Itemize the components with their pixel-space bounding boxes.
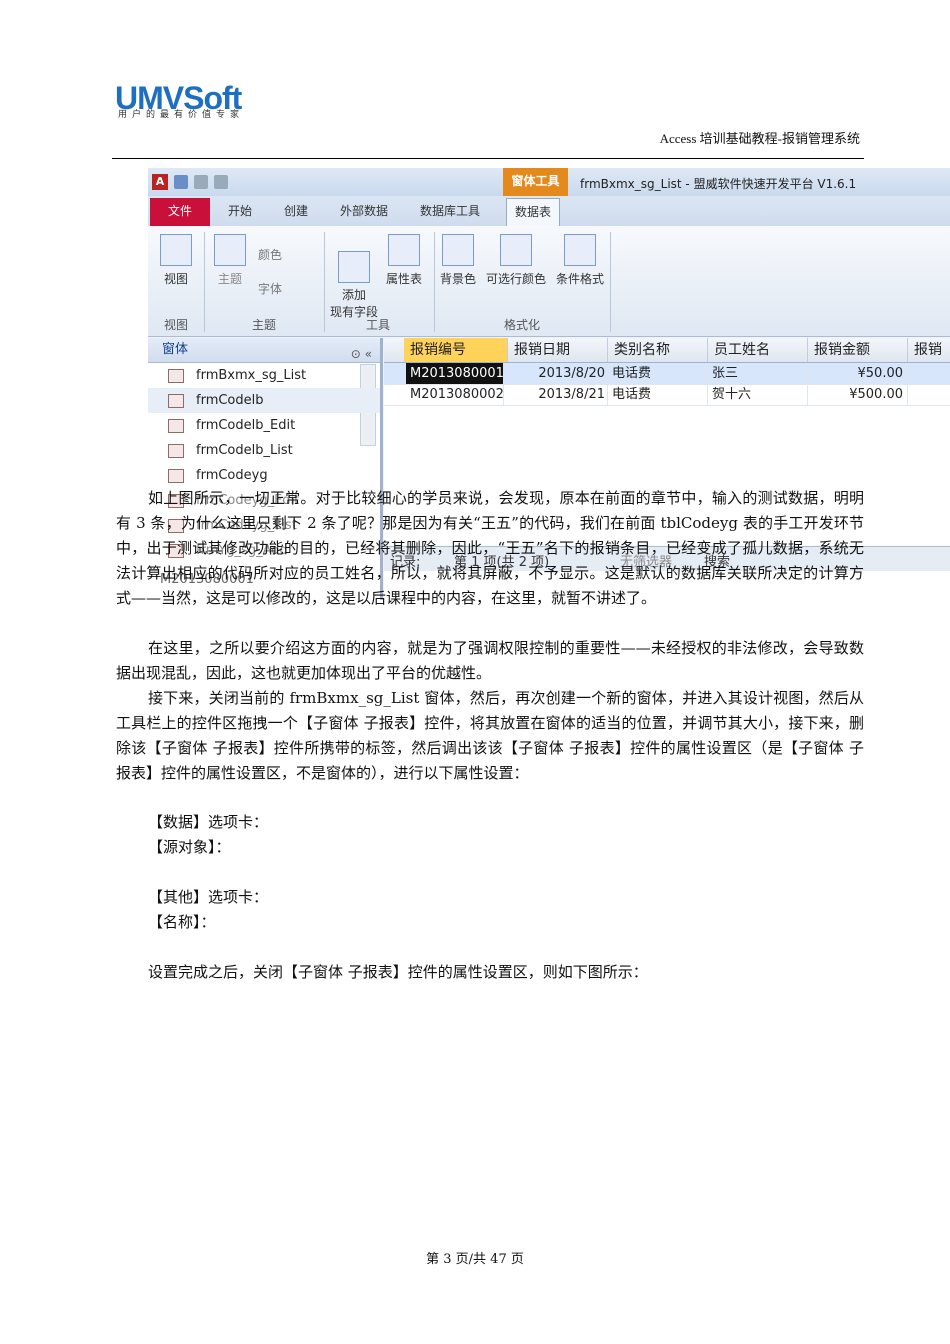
add-fields-button[interactable]: 添加 现有字段: [330, 234, 378, 321]
group-separator: [324, 232, 325, 332]
table-cell[interactable]: M2013080001: [406, 363, 504, 384]
property-sheet-icon: [388, 234, 420, 266]
group-separator: [610, 232, 611, 332]
form-icon: [168, 419, 184, 433]
table-cell[interactable]: 电话费: [608, 384, 708, 405]
name-prop: 【名称】：: [148, 913, 216, 931]
save-icon[interactable]: [174, 175, 188, 189]
nav-item[interactable]: frmCodelb: [148, 388, 380, 413]
ribbon: 视图 主题 颜色 字体 添加 现有字段 属性表 背景色 可选行颜色 条件格式 视…: [148, 226, 950, 337]
table-row[interactable]: M2013080002 2013/8/21 电话费 贺十六 ¥500.00: [384, 384, 950, 406]
form-icon: [168, 469, 184, 483]
theme-icon: [214, 234, 246, 266]
view-icon: [160, 234, 192, 266]
group-label-format: 格式化: [504, 318, 541, 332]
grid-icon: [500, 234, 532, 266]
quick-access-toolbar: A: [152, 174, 228, 190]
header-divider: [112, 158, 864, 159]
alt-row-color-button[interactable]: 可选行颜色: [486, 234, 546, 287]
nav-item[interactable]: frmCodelb_List: [148, 438, 380, 463]
paint-bucket-icon: [442, 234, 474, 266]
paragraph-4: 设置完成之后，关闭【子窗体 子报表】控件的属性设置区，则如下图所示：: [148, 963, 648, 981]
tab-external-data[interactable]: 外部数据: [340, 202, 388, 219]
column-header[interactable]: 报销编号: [404, 338, 508, 362]
tab-create[interactable]: 创建: [284, 202, 308, 219]
paragraph-3: 接下来，关闭当前的 frmBxmx_sg_List 窗体，然后，再次创建一个新的…: [116, 689, 864, 782]
table-cell[interactable]: 2013/8/20: [508, 363, 608, 384]
column-header[interactable]: 报销: [908, 338, 950, 362]
background-color-button[interactable]: 背景色: [440, 234, 476, 287]
theme-button[interactable]: 主题: [214, 234, 246, 287]
tab-home[interactable]: 开始: [228, 202, 252, 219]
table-cell[interactable]: 张三: [708, 363, 808, 384]
form-icon: [168, 369, 184, 383]
column-header[interactable]: 员工姓名: [708, 338, 808, 362]
tab-datasheet[interactable]: 数据表: [506, 198, 561, 227]
property-sheet-button[interactable]: 属性表: [386, 234, 422, 287]
table-cell[interactable]: 2013/8/21: [508, 384, 608, 405]
context-tab-form-tools[interactable]: 窗体工具: [503, 168, 568, 196]
other-tab-heading: 【其他】选项卡：: [148, 888, 269, 906]
table-cell[interactable]: 贺十六: [708, 384, 808, 405]
doc-title: Access 培训基础教程-报销管理系统: [659, 131, 860, 146]
nav-header[interactable]: 窗体 ⊙ «: [148, 338, 380, 363]
redo-icon[interactable]: [214, 175, 228, 189]
nav-item[interactable]: frmCodelb_Edit: [148, 413, 380, 438]
ribbon-tabs: 文件 开始 创建 外部数据 数据库工具 数据表: [148, 196, 950, 227]
view-button[interactable]: 视图: [160, 234, 192, 287]
access-app-icon: A: [152, 174, 168, 190]
title-bar: A 窗体工具 frmBxmx_sg_List - 盟威软件快速开发平台 V1.6…: [148, 168, 950, 196]
table-cell[interactable]: M2013080002: [406, 384, 504, 405]
tab-database-tools[interactable]: 数据库工具: [420, 202, 480, 219]
logo-tagline: 用户的最有价值专家: [118, 110, 245, 120]
grid-header: 报销编号 报销日期 类别名称 员工姓名 报销金额 报销: [384, 338, 950, 363]
nav-item[interactable]: frmCodeyg: [148, 463, 380, 488]
fonts-button[interactable]: 字体: [258, 280, 282, 297]
paragraph-2: 在这里，之所以要介绍这方面的内容，就是为了强调权限控制的重要性——未经授权的非法…: [116, 639, 864, 682]
add-fields-icon: [338, 251, 370, 283]
colors-button[interactable]: 颜色: [258, 246, 282, 263]
tab-file[interactable]: 文件: [150, 198, 210, 226]
page-footer: 第 3 页/共 47 页: [426, 1252, 524, 1267]
group-label-tools: 工具: [366, 318, 391, 332]
conditional-format-icon: [564, 234, 596, 266]
group-separator: [434, 232, 435, 332]
column-header[interactable]: 报销日期: [508, 338, 608, 362]
group-separator: [204, 232, 205, 332]
paragraph-1: 如上图所示，一切正常。对于比较细心的学员来说，会发现，原本在前面的章节中，输入的…: [116, 489, 864, 607]
conditional-format-button[interactable]: 条件格式: [556, 234, 604, 287]
source-object-prop: 【源对象】：: [148, 838, 231, 856]
group-label-view: 视图: [164, 318, 189, 332]
undo-icon[interactable]: [194, 175, 208, 189]
table-cell[interactable]: 电话费: [608, 363, 708, 384]
table-row[interactable]: M2013080001 2013/8/20 电话费 张三 ¥50.00: [384, 363, 950, 385]
group-label-theme: 主题: [252, 318, 277, 332]
table-cell[interactable]: ¥50.00: [808, 363, 908, 384]
nav-item[interactable]: frmBxmx_sg_List: [148, 363, 380, 388]
data-tab-heading: 【数据】选项卡：: [148, 813, 269, 831]
column-header[interactable]: 报销金额: [808, 338, 908, 362]
window-title: frmBxmx_sg_List - 盟威软件快速开发平台 V1.6.1: [580, 177, 857, 191]
table-cell[interactable]: ¥500.00: [808, 384, 908, 405]
form-icon: [168, 394, 184, 408]
column-header[interactable]: 类别名称: [608, 338, 708, 362]
form-icon: [168, 444, 184, 458]
